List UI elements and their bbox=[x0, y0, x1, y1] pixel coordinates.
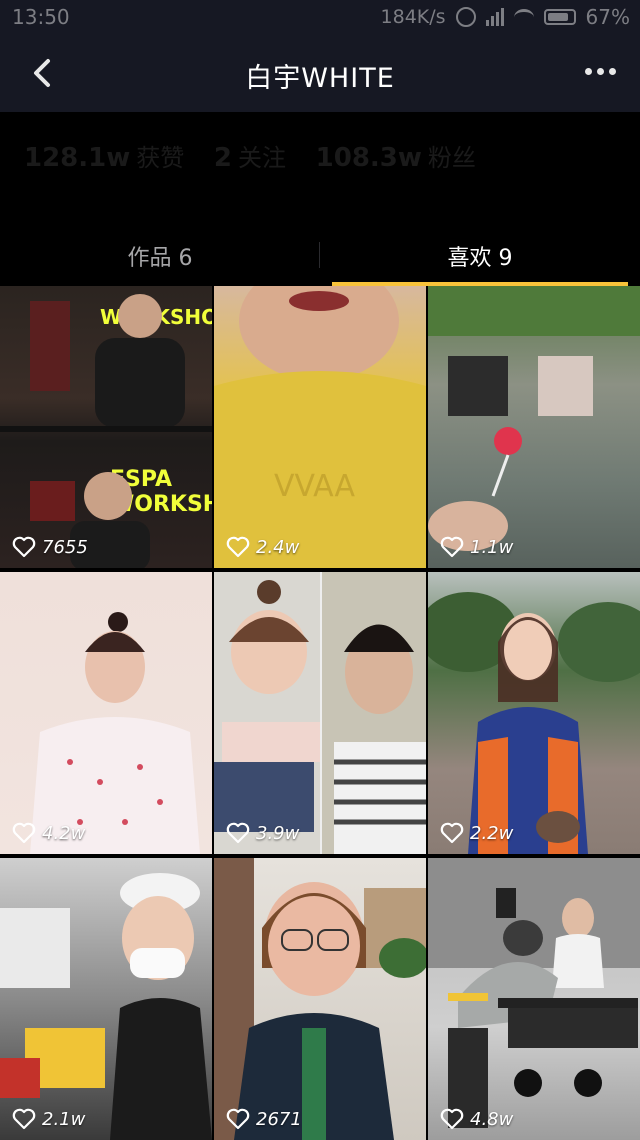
video-frame-image bbox=[214, 858, 426, 1140]
like-count-value: 2.1w bbox=[42, 1108, 86, 1130]
following-label[interactable]: 关注 bbox=[238, 144, 286, 172]
video-frame-image bbox=[30, 612, 200, 854]
content-tabs: 作品 6 喜欢 9 bbox=[0, 232, 640, 286]
signal-icon bbox=[485, 8, 504, 26]
like-count: 4.8w bbox=[440, 1108, 513, 1130]
status-bar: 13:50 184K/s 67% bbox=[0, 0, 640, 34]
top-nav: 白宇WHITE bbox=[0, 34, 640, 112]
svg-text:VVAA: VVAA bbox=[274, 469, 355, 504]
video-thumbnail[interactable]: 3.9w bbox=[214, 572, 426, 854]
like-count-value: 1.1w bbox=[470, 536, 514, 558]
video-frame-image: VVAA bbox=[214, 286, 426, 568]
heart-icon bbox=[12, 822, 36, 844]
like-count-value: 2.2w bbox=[470, 822, 514, 844]
status-time: 13:50 bbox=[12, 5, 70, 29]
heart-icon bbox=[226, 822, 250, 844]
video-frame-image: WORKSHOP ESPA WORKSHOP bbox=[0, 294, 212, 568]
heart-icon bbox=[226, 1108, 250, 1130]
like-count: 2.1w bbox=[12, 1108, 85, 1130]
video-frame-image bbox=[428, 858, 640, 1128]
tab-works[interactable]: 作品 6 bbox=[0, 240, 320, 272]
like-count-value: 7655 bbox=[42, 536, 88, 558]
heart-icon bbox=[440, 536, 464, 558]
heart-icon bbox=[12, 1108, 36, 1130]
like-count: 2671 bbox=[226, 1108, 302, 1130]
heart-icon bbox=[12, 536, 36, 558]
wifi-icon bbox=[513, 8, 534, 26]
like-count: 1.1w bbox=[440, 536, 513, 558]
video-thumbnail[interactable]: 2.1w bbox=[0, 858, 212, 1140]
video-frame-image bbox=[0, 873, 212, 1140]
profile-stats: 128.1w 获赞 2 关注 108.3w 粉丝 bbox=[24, 138, 476, 173]
video-thumbnail[interactable]: 2.2w bbox=[428, 572, 640, 854]
video-frame-image bbox=[428, 286, 640, 551]
like-count-value: 3.9w bbox=[256, 822, 300, 844]
like-count: 2.2w bbox=[440, 822, 513, 844]
video-thumbnail[interactable]: 4.8w bbox=[428, 858, 640, 1140]
heart-icon bbox=[226, 536, 250, 558]
followers-label[interactable]: 粉丝 bbox=[428, 144, 476, 172]
followers-count: 108.3w bbox=[315, 143, 422, 173]
network-speed: 184K/s bbox=[380, 6, 446, 28]
following-count: 2 bbox=[213, 143, 232, 173]
like-count-value: 2.4w bbox=[256, 536, 300, 558]
like-count: 3.9w bbox=[226, 822, 299, 844]
video-frame-image bbox=[428, 592, 640, 854]
alarm-icon bbox=[455, 7, 476, 27]
battery-icon bbox=[543, 9, 576, 25]
like-count-value: 2671 bbox=[256, 1108, 302, 1130]
tab-likes[interactable]: 喜欢 9 bbox=[320, 240, 640, 272]
status-right: 184K/s 67% bbox=[381, 5, 630, 29]
like-count-value: 4.2w bbox=[42, 822, 86, 844]
video-thumbnail[interactable]: WORKSHOP ESPA WORKSHOP 7655 bbox=[0, 286, 212, 568]
like-count: 2.4w bbox=[226, 536, 299, 558]
page-title: 白宇WHITE bbox=[245, 63, 395, 94]
video-thumbnail[interactable]: 2671 bbox=[214, 858, 426, 1140]
like-count-value: 4.8w bbox=[470, 1108, 514, 1130]
heart-icon bbox=[440, 1108, 464, 1130]
video-thumbnail[interactable]: VVAA 2.4w bbox=[214, 286, 426, 568]
video-thumbnail[interactable]: 1.1w bbox=[428, 286, 640, 568]
video-frame-image bbox=[214, 572, 426, 854]
battery-percent: 67% bbox=[585, 5, 630, 29]
likes-label: 获赞 bbox=[136, 144, 185, 172]
like-count: 4.2w bbox=[12, 822, 85, 844]
like-count: 7655 bbox=[12, 536, 88, 558]
heart-icon bbox=[440, 822, 464, 844]
more-dots-icon[interactable] bbox=[585, 68, 616, 75]
video-thumbnail[interactable]: 4.2w bbox=[0, 572, 212, 854]
likes-count: 128.1w bbox=[24, 143, 131, 173]
